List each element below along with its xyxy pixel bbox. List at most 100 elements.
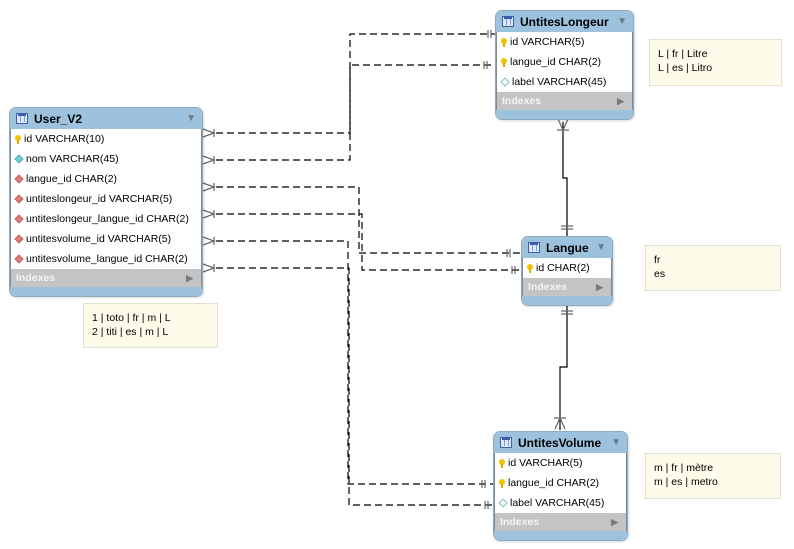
relationship-line (216, 64, 495, 161)
expand-arrow-icon[interactable]: ▶ (596, 282, 603, 293)
foreign-key-icon (14, 254, 24, 264)
primary-key-icon (499, 479, 505, 488)
column-row[interactable]: label VARCHAR(45) (497, 72, 632, 92)
table-icon (528, 242, 540, 253)
relationship-line (216, 213, 520, 271)
primary-key-icon (527, 264, 533, 273)
note-untites-volume[interactable]: m | fr | mètre m | es | metro (645, 453, 781, 499)
table-title: UntitesLongeur (520, 14, 609, 29)
foreign-key-icon (14, 234, 24, 244)
note-line: m | fr | mètre (654, 462, 714, 474)
table-icon (500, 437, 512, 448)
column-label: untitesvolume_id VARCHAR(5) (26, 233, 172, 245)
table-untites-longeur[interactable]: UntitesLongeur ▼ id VARCHAR(5) langue_id… (495, 10, 634, 120)
note-line: es (654, 268, 666, 280)
column-label: label VARCHAR(45) (510, 497, 605, 509)
expand-arrow-icon[interactable]: ▶ (617, 96, 624, 107)
indexes-section[interactable]: Indexes ▶ (522, 278, 612, 296)
crowfoot-marker (202, 236, 216, 246)
column-label: label VARCHAR(45) (512, 76, 607, 88)
table-header[interactable]: Langue ▼ (522, 237, 612, 258)
table-untites-volume[interactable]: UntitesVolume ▼ id VARCHAR(5) langue_id … (493, 431, 628, 541)
crowfoot-marker (202, 209, 216, 219)
table-langue[interactable]: Langue ▼ id CHAR(2) Indexes ▶ (521, 236, 613, 306)
table-icon (502, 16, 514, 27)
collapse-arrow-icon[interactable]: ▼ (611, 437, 621, 448)
note-untites-longeur[interactable]: L | fr | Litre L | es | Litro (649, 39, 782, 86)
note-line: 2 | titi | es | m | L (92, 326, 169, 338)
column-row[interactable]: id CHAR(2) (523, 258, 611, 278)
column-label: nom VARCHAR(45) (26, 153, 119, 165)
nullable-column-icon (498, 498, 508, 508)
primary-key-icon (499, 459, 505, 468)
foreign-key-icon (14, 194, 24, 204)
column-row[interactable]: id VARCHAR(5) (495, 453, 626, 473)
column-row[interactable]: nom VARCHAR(45) (11, 149, 201, 169)
crowfoot-marker (202, 128, 216, 138)
primary-key-icon (501, 38, 507, 47)
note-line: 1 | toto | fr | m | L (92, 312, 171, 324)
one-marker (487, 30, 492, 38)
column-label: untiteslongeur_id VARCHAR(5) (26, 193, 173, 205)
relationship-line (216, 186, 520, 254)
column-row[interactable]: id VARCHAR(10) (11, 129, 201, 149)
column-label: id CHAR(2) (536, 262, 590, 274)
indexes-label: Indexes (528, 281, 568, 293)
nullable-column-icon (500, 77, 510, 87)
table-title: UntitesVolume (518, 435, 602, 450)
column-row[interactable]: untiteslongeur_id VARCHAR(5) (11, 189, 201, 209)
note-line: m | es | metro (654, 476, 718, 488)
column-row[interactable]: id VARCHAR(5) (497, 32, 632, 52)
column-label: id VARCHAR(5) (510, 36, 585, 48)
table-header[interactable]: UntitesLongeur ▼ (496, 11, 633, 32)
table-header[interactable]: User_V2 ▼ (10, 108, 202, 129)
column-row[interactable]: langue_id CHAR(2) (495, 473, 626, 493)
table-footer (522, 296, 612, 305)
column-label: id VARCHAR(10) (24, 133, 105, 145)
identifying-line (559, 305, 568, 430)
column-label: id VARCHAR(5) (508, 457, 583, 469)
table-footer (10, 287, 202, 296)
collapse-arrow-icon[interactable]: ▼ (617, 16, 627, 27)
indexes-section[interactable]: Indexes ▶ (494, 513, 627, 531)
primary-key-icon (15, 135, 21, 144)
column-row[interactable]: langue_id CHAR(2) (11, 169, 201, 189)
indexes-label: Indexes (502, 95, 542, 107)
column-label: langue_id CHAR(2) (508, 477, 600, 489)
note-langue[interactable]: fr es (645, 245, 781, 291)
identifying-line (562, 122, 568, 236)
column-label: untitesvolume_langue_id CHAR(2) (26, 253, 188, 265)
indexes-label: Indexes (500, 516, 540, 528)
column-row[interactable]: untitesvolume_langue_id CHAR(2) (11, 249, 201, 269)
note-line: fr (654, 254, 661, 266)
indexes-section[interactable]: Indexes ▶ (10, 269, 202, 287)
table-title: User_V2 (34, 111, 83, 126)
table-user-v2[interactable]: User_V2 ▼ id VARCHAR(10) nom VARCHAR(45)… (9, 107, 203, 297)
note-line: L | fr | Litre (658, 48, 708, 60)
foreign-key-icon (14, 214, 24, 224)
indexes-section[interactable]: Indexes ▶ (496, 92, 633, 110)
column-row[interactable]: langue_id CHAR(2) (497, 52, 632, 72)
table-title: Langue (546, 240, 589, 255)
indexes-label: Indexes (16, 272, 56, 284)
relationship-line (216, 240, 493, 485)
crowfoot-marker (202, 155, 216, 165)
collapse-arrow-icon[interactable]: ▼ (596, 242, 606, 253)
table-footer (496, 110, 633, 119)
crowfoot-marker (202, 182, 216, 192)
relationship-line (216, 33, 495, 134)
collapse-arrow-icon[interactable]: ▼ (186, 113, 196, 124)
relationship-line (216, 267, 493, 506)
column-label: langue_id CHAR(2) (510, 56, 602, 68)
nonnull-column-icon (14, 154, 24, 164)
column-row[interactable]: untitesvolume_id VARCHAR(5) (11, 229, 201, 249)
expand-arrow-icon[interactable]: ▶ (186, 273, 193, 284)
column-row[interactable]: untiteslongeur_langue_id CHAR(2) (11, 209, 201, 229)
column-row[interactable]: label VARCHAR(45) (495, 493, 626, 513)
column-label: langue_id CHAR(2) (26, 173, 118, 185)
primary-key-icon (501, 58, 507, 67)
table-header[interactable]: UntitesVolume ▼ (494, 432, 627, 453)
crowfoot-marker (202, 263, 216, 273)
expand-arrow-icon[interactable]: ▶ (611, 517, 618, 528)
note-user-v2[interactable]: 1 | toto | fr | m | L 2 | titi | es | m … (83, 303, 218, 348)
